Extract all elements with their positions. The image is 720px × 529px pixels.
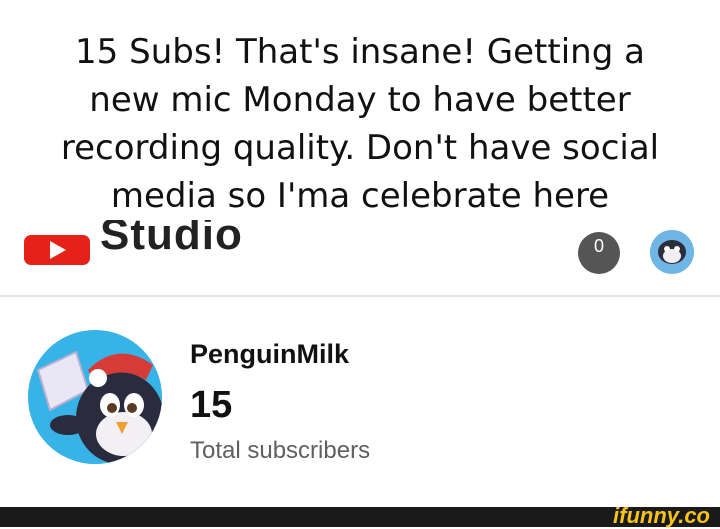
- youtube-logo-icon[interactable]: [24, 235, 90, 265]
- studio-label: Studio: [100, 220, 243, 259]
- caption-line-3: recording quality. Don't have social: [60, 128, 660, 168]
- account-avatar[interactable]: [650, 230, 694, 274]
- channel-avatar[interactable]: [28, 330, 162, 464]
- notification-badge[interactable]: 0: [578, 232, 620, 274]
- studio-header: Studio 0: [0, 220, 720, 295]
- penguin-avatar-icon: [650, 230, 694, 274]
- subscriber-count: 15: [190, 384, 233, 426]
- play-icon: [50, 241, 66, 259]
- caption-line-4: media so I'ma celebrate here: [110, 176, 610, 216]
- penguin-mascot-icon: [28, 330, 162, 464]
- subscriber-label: Total subscribers: [190, 437, 371, 464]
- footer-bar: ifunny.co: [0, 503, 720, 528]
- header-divider: [0, 295, 720, 297]
- channel-name[interactable]: PenguinMilk: [190, 339, 349, 370]
- caption-line-2: new mic Monday to have better: [89, 80, 631, 120]
- meme-caption: 15 Subs! That's insane! Getting a new mi…: [20, 28, 700, 220]
- caption-line-1: 15 Subs! That's insane! Getting a: [75, 32, 645, 72]
- ifunny-watermark: ifunny.co: [613, 503, 710, 528]
